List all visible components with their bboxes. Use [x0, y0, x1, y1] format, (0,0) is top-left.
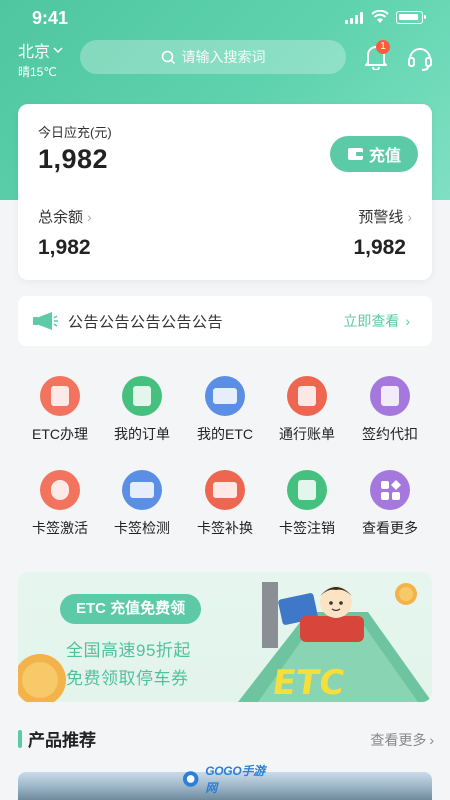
watermark-text: GOGO手游网 [205, 764, 265, 795]
service-tag-cancel[interactable]: 卡签注销 [266, 470, 348, 538]
status-time: 9:41 [32, 8, 69, 28]
service-toll-bill[interactable]: 通行账单 [266, 376, 348, 444]
service-tag-detect[interactable]: 卡签检测 [101, 470, 183, 538]
product-more-label: 查看更多 [370, 732, 427, 748]
chevron-right-icon: › [405, 313, 410, 329]
search-icon [161, 50, 175, 64]
warning-value: 1,982 [353, 236, 406, 259]
product-more-link[interactable]: 查看更多 › [370, 730, 434, 750]
status-bar: 9:41 [0, 0, 450, 36]
recharge-button[interactable]: 充值 [330, 136, 418, 172]
announcement-text: 公告公告公告公告公告 [68, 313, 224, 331]
location-selector[interactable]: 北京 晴15℃ [18, 38, 63, 80]
service-sign-deduct[interactable]: 签约代扣 [349, 376, 431, 444]
chevron-right-icon: › [407, 208, 412, 225]
headset-icon [408, 48, 432, 71]
wallet-icon [347, 148, 363, 160]
promo-banner[interactable]: ETC ETC 充值免费领 全国高速95折起 免费领取停车券 [18, 572, 432, 702]
section-accent-bar [18, 729, 22, 748]
city-name: 北京 [18, 44, 51, 61]
customer-service-button[interactable] [406, 44, 434, 72]
service-my-orders[interactable]: 我的订单 [101, 376, 183, 444]
watermark: GOGO手游网 [182, 764, 274, 795]
weather-text: 晴15℃ [18, 65, 57, 79]
service-tag-replace[interactable]: 卡签补换 [184, 470, 266, 538]
service-etc-apply[interactable]: ETC办理 [19, 376, 101, 444]
bill-icon [287, 376, 327, 416]
etc-card-icon [205, 376, 245, 416]
service-label: 我的ETC [197, 426, 253, 442]
balance-link[interactable]: 总余额 › [38, 206, 92, 227]
detect-icon [122, 470, 162, 510]
etc-apply-icon [40, 376, 80, 416]
battery-icon [396, 11, 426, 24]
order-icon [122, 376, 162, 416]
product-section-title: 产品推荐 [18, 726, 96, 751]
today-recharge-amount: 1,982 [38, 144, 109, 174]
banner-line-2: 免费领取停车券 [66, 669, 189, 688]
search-input[interactable]: 请输入搜索词 [80, 40, 346, 74]
warning-label: 预警线 [358, 209, 404, 226]
service-label: 卡签注销 [279, 520, 335, 536]
balance-label: 总余额 [38, 209, 84, 226]
chevron-down-icon [53, 47, 63, 53]
service-label: ETC办理 [32, 426, 88, 442]
cancel-icon [287, 470, 327, 510]
chevron-right-icon: › [429, 732, 434, 748]
service-grid: ETC办理 我的订单 我的ETC 通行账单 签约代扣 卡签激活 卡签检测 卡签补… [18, 366, 432, 546]
service-label: 卡签补换 [197, 520, 253, 536]
service-label: 卡签检测 [114, 520, 170, 536]
signal-icon [345, 12, 365, 24]
service-my-etc[interactable]: 我的ETC [184, 376, 266, 444]
account-card: 今日应充(元) 1,982 充值 总余额 › 1,982 预警线 › 1,982 [18, 104, 432, 280]
view-now-label: 立即查看 [343, 313, 400, 329]
sign-icon [370, 376, 410, 416]
replace-icon [205, 470, 245, 510]
announcement-bar[interactable]: 公告公告公告公告公告 立即查看 › [18, 296, 432, 346]
service-more[interactable]: 查看更多 [349, 470, 431, 538]
more-icon [370, 470, 410, 510]
banner-line-1: 全国高速95折起 [66, 641, 191, 660]
wifi-icon [371, 10, 389, 23]
view-now-link[interactable]: 立即查看 › [343, 311, 410, 331]
service-label: 通行账单 [279, 426, 335, 442]
service-tag-activate[interactable]: 卡签激活 [19, 470, 101, 538]
service-label: 签约代扣 [362, 426, 418, 442]
service-label: 我的订单 [114, 426, 170, 442]
warning-line-link[interactable]: 预警线 › [358, 206, 412, 227]
product-title: 产品推荐 [28, 731, 96, 750]
search-placeholder: 请输入搜索词 [181, 49, 266, 65]
megaphone-icon [33, 312, 58, 330]
balance-value: 1,982 [38, 236, 91, 259]
notification-badge: 1 [376, 40, 390, 54]
chevron-right-icon: › [87, 208, 92, 225]
road-text: ETC [270, 663, 347, 702]
service-label: 卡签激活 [32, 520, 88, 536]
recharge-label: 充值 [368, 148, 401, 165]
activate-icon [40, 470, 80, 510]
watermark-logo [182, 771, 199, 787]
service-label: 查看更多 [362, 520, 418, 536]
banner-tag: ETC 充值免费领 [60, 594, 202, 624]
today-recharge-label: 今日应充(元) [38, 125, 112, 140]
notification-button[interactable]: 1 [364, 40, 390, 71]
